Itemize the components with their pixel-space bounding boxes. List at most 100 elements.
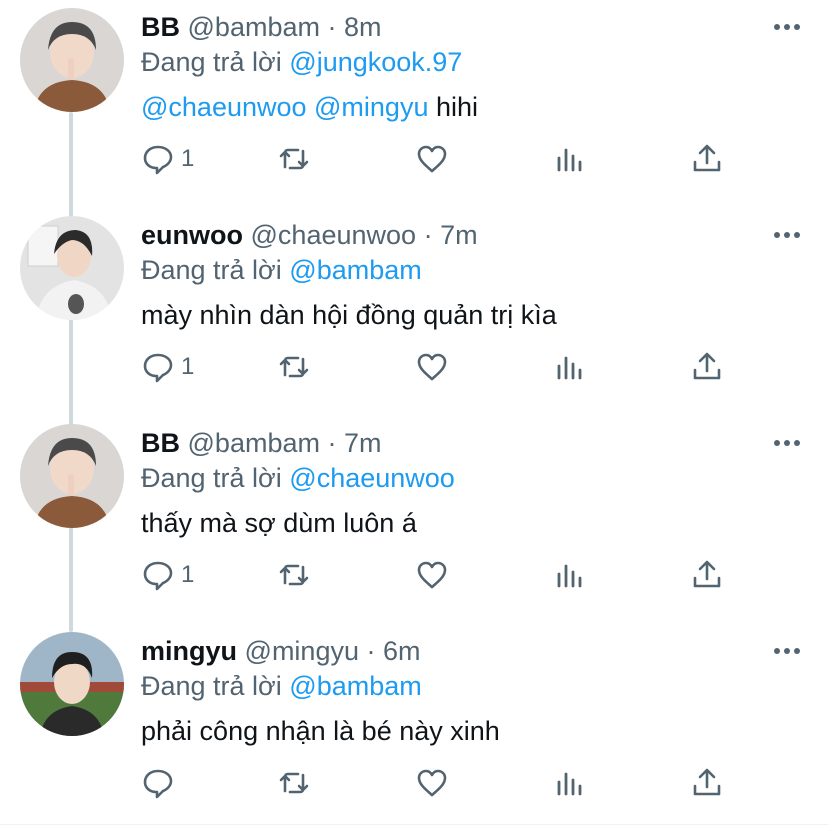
more-icon[interactable]	[772, 638, 802, 664]
tweet-header: BB @bambam · 8m	[141, 10, 382, 44]
tweet-actions: 1	[0, 345, 828, 389]
reply-count: 1	[181, 145, 195, 172]
like-icon	[417, 769, 447, 797]
reply-button[interactable]	[141, 761, 181, 805]
display-name[interactable]: BB	[141, 12, 180, 42]
stats-icon	[557, 356, 582, 380]
tweet-actions: 1	[0, 553, 828, 597]
reply-icon	[143, 145, 173, 175]
share-button[interactable]	[690, 345, 724, 389]
retweet-icon	[279, 148, 309, 170]
like-icon	[417, 145, 447, 173]
tweet-text: mày nhìn dàn hội đồng quản trị kìa	[141, 298, 557, 332]
reply-button[interactable]: 1	[141, 345, 194, 389]
timestamp[interactable]: 7m	[440, 220, 478, 250]
retweet-button[interactable]	[277, 345, 311, 389]
tweet-mentions[interactable]: @chaeunwoo @mingyu	[141, 92, 428, 122]
replying-to-label: Đang trả lời	[141, 47, 282, 77]
like-button[interactable]	[415, 761, 449, 805]
replying-to-line: Đang trả lời @bambam	[141, 253, 422, 287]
avatar[interactable]	[20, 216, 124, 320]
avatar-mingyu-image	[20, 632, 124, 736]
reply-button[interactable]: 1	[141, 137, 194, 181]
tweet-actions: 1	[0, 137, 828, 181]
like-button[interactable]	[415, 345, 449, 389]
user-handle[interactable]: @bambam	[188, 12, 320, 42]
replying-to-mention[interactable]: @bambam	[289, 671, 421, 701]
stats-button[interactable]	[553, 345, 587, 389]
replying-to-line: Đang trả lời @jungkook.97	[141, 45, 462, 79]
more-icon[interactable]	[772, 14, 802, 40]
retweet-icon	[279, 564, 309, 586]
stats-icon	[557, 564, 582, 588]
stats-icon	[557, 772, 582, 796]
share-icon	[693, 352, 721, 380]
display-name[interactable]: BB	[141, 428, 180, 458]
tweet-actions	[0, 761, 828, 805]
user-handle[interactable]: @mingyu	[245, 636, 359, 666]
like-button[interactable]	[415, 137, 449, 181]
separator-dot: ·	[327, 428, 337, 458]
tweet[interactable]: BB @bambam · 7m Đang trả lời @chaeunwoo …	[0, 416, 828, 624]
avatar-eunwoo-image	[20, 216, 124, 320]
retweet-button[interactable]	[277, 761, 311, 805]
tweet[interactable]: BB @bambam · 8m Đang trả lời @jungkook.9…	[0, 0, 828, 208]
reply-count: 1	[181, 561, 195, 588]
tweet-header: BB @bambam · 7m	[141, 426, 382, 460]
like-button[interactable]	[415, 553, 449, 597]
tweet-text-content: mày nhìn dàn hội đồng quản trị kìa	[141, 300, 557, 330]
stats-button[interactable]	[553, 761, 587, 805]
avatar[interactable]	[20, 8, 124, 112]
replying-to-mention[interactable]: @bambam	[289, 255, 421, 285]
timestamp[interactable]: 6m	[383, 636, 421, 666]
user-handle[interactable]: @bambam	[188, 428, 320, 458]
replying-to-mention[interactable]: @jungkook.97	[289, 47, 462, 77]
tweet-header: mingyu @mingyu · 6m	[141, 634, 421, 668]
share-button[interactable]	[690, 761, 724, 805]
replying-to-line: Đang trả lời @chaeunwoo	[141, 461, 455, 495]
timestamp[interactable]: 8m	[344, 12, 382, 42]
retweet-button[interactable]	[277, 137, 311, 181]
retweet-icon	[279, 772, 309, 794]
retweet-icon	[279, 356, 309, 378]
tweet-header: eunwoo @chaeunwoo · 7m	[141, 218, 478, 252]
more-icon[interactable]	[772, 222, 802, 248]
tweet-text-content: thấy mà sợ dùm luôn á	[141, 508, 417, 538]
reply-button[interactable]: 1	[141, 553, 194, 597]
reply-icon	[143, 769, 173, 799]
tweet-text-content: phải công nhận là bé này xinh	[141, 716, 500, 746]
replying-to-label: Đang trả lời	[141, 671, 282, 701]
avatar-bb-image	[20, 8, 124, 112]
avatar-bb-image	[20, 424, 124, 528]
reply-icon	[143, 353, 173, 383]
stats-button[interactable]	[553, 137, 587, 181]
separator-dot: ·	[327, 12, 337, 42]
replying-to-label: Đang trả lời	[141, 463, 282, 493]
tweet-text: phải công nhận là bé này xinh	[141, 714, 500, 748]
retweet-button[interactable]	[277, 553, 311, 597]
tweet[interactable]: mingyu @mingyu · 6m Đang trả lời @bambam…	[0, 624, 828, 832]
separator-dot: ·	[366, 636, 376, 666]
avatar[interactable]	[20, 632, 124, 736]
replying-to-mention[interactable]: @chaeunwoo	[289, 463, 455, 493]
divider	[0, 824, 828, 825]
timestamp[interactable]: 7m	[344, 428, 382, 458]
like-icon	[417, 353, 447, 381]
display-name[interactable]: mingyu	[141, 636, 237, 666]
avatar[interactable]	[20, 424, 124, 528]
tweet[interactable]: eunwoo @chaeunwoo · 7m Đang trả lời @bam…	[0, 208, 828, 416]
like-icon	[417, 561, 447, 589]
share-button[interactable]	[690, 553, 724, 597]
separator-dot: ·	[423, 220, 433, 250]
reply-icon	[143, 561, 173, 591]
tweet-text-content: hihi	[428, 92, 478, 122]
share-icon	[693, 144, 721, 172]
display-name[interactable]: eunwoo	[141, 220, 243, 250]
stats-button[interactable]	[553, 553, 587, 597]
replying-to-line: Đang trả lời @bambam	[141, 669, 422, 703]
user-handle[interactable]: @chaeunwoo	[251, 220, 417, 250]
share-button[interactable]	[690, 137, 724, 181]
replying-to-label: Đang trả lời	[141, 255, 282, 285]
more-icon[interactable]	[772, 430, 802, 456]
reply-count: 1	[181, 353, 195, 380]
